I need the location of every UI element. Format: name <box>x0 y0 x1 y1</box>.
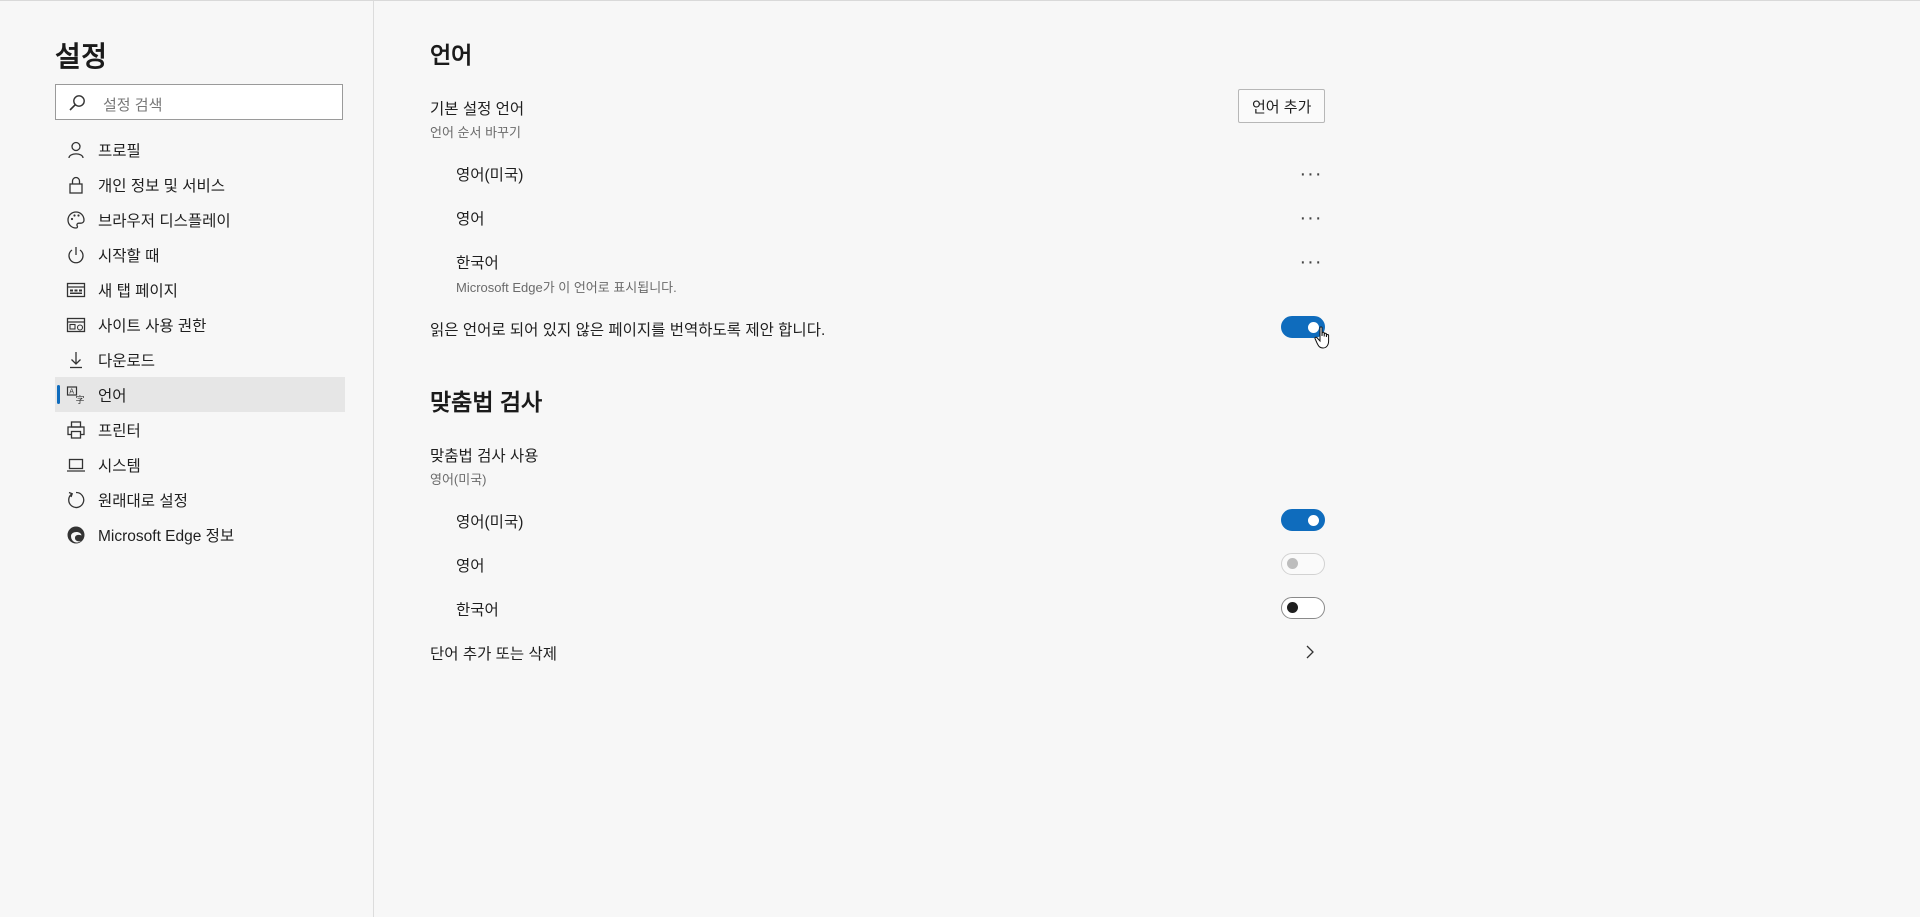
spellcheck-heading: 맞춤법 검사 <box>430 389 543 415</box>
edge-logo-icon <box>66 525 86 545</box>
sidebar-item-label: 사이트 사용 권한 <box>98 317 207 335</box>
sidebar-item-label: 프린터 <box>98 422 141 440</box>
lock-icon <box>66 175 86 195</box>
site-permissions-icon <box>66 315 86 335</box>
preferred-language-en: 영어 <box>456 211 485 228</box>
new-tab-icon <box>66 280 86 300</box>
sidebar-item-label: 개인 정보 및 서비스 <box>98 177 225 195</box>
language-ko-more-button[interactable]: ··· <box>1298 252 1324 276</box>
settings-sidebar: 설정 설정 검색 프로필 개인 정보 및 서비스 브라우저 디스플레이 시작할 … <box>0 1 374 917</box>
search-icon <box>69 95 85 111</box>
search-placeholder: 설정 검색 <box>103 97 163 114</box>
printer-icon <box>66 420 86 440</box>
sidebar-item-system[interactable]: 시스템 <box>55 447 345 482</box>
spellcheck-language-ko: 한국어 <box>456 602 499 619</box>
toggle-knob <box>1287 558 1298 569</box>
sidebar-item-label: 새 탭 페이지 <box>98 282 178 300</box>
sidebar-item-on-startup[interactable]: 시작할 때 <box>55 237 345 272</box>
add-language-button[interactable]: 언어 추가 <box>1238 89 1326 123</box>
offer-translate-toggle[interactable] <box>1281 316 1325 338</box>
preferred-languages-title: 기본 설정 언어 <box>430 101 525 118</box>
sidebar-item-privacy[interactable]: 개인 정보 및 서비스 <box>55 167 345 202</box>
sidebar-item-appearance[interactable]: 브라우저 디스플레이 <box>55 202 345 237</box>
language-en-more-button[interactable]: ··· <box>1298 208 1324 232</box>
display-language-note: Microsoft Edge가 이 언어로 표시됩니다. <box>456 280 677 295</box>
toggle-knob <box>1287 602 1298 613</box>
settings-search-input[interactable]: 설정 검색 <box>55 84 343 120</box>
sidebar-item-languages[interactable]: A字 언어 <box>55 377 345 412</box>
spellcheck-enable-title: 맞춤법 검사 사용 <box>430 448 539 465</box>
preferred-language-en-us: 영어(미국) <box>456 167 524 184</box>
spellcheck-language-en: 영어 <box>456 558 485 575</box>
svg-text:A: A <box>69 387 74 395</box>
sidebar-item-reset[interactable]: 원래대로 설정 <box>55 482 345 517</box>
toggle-knob <box>1308 322 1319 333</box>
download-icon <box>66 350 86 370</box>
laptop-icon <box>66 455 86 475</box>
sidebar-item-printers[interactable]: 프린터 <box>55 412 345 447</box>
power-icon <box>66 245 86 265</box>
offer-translate-label: 읽은 언어로 되어 있지 않은 페이지를 번역하도록 제안 합니다. <box>430 322 826 339</box>
spellcheck-enable-subtitle: 영어(미국) <box>430 472 487 487</box>
language-icon: A字 <box>66 385 86 405</box>
sidebar-item-label: 다운로드 <box>98 352 156 370</box>
sidebar-item-label: 시스템 <box>98 457 141 475</box>
sidebar-item-new-tab[interactable]: 새 탭 페이지 <box>55 272 345 307</box>
sidebar-item-about-edge[interactable]: Microsoft Edge 정보 <box>55 517 345 552</box>
settings-content: 언어 기본 설정 언어 언어 순서 바꾸기 언어 추가 영어(미국) ··· 영… <box>430 0 1330 917</box>
language-heading: 언어 <box>430 42 473 68</box>
svg-text:字: 字 <box>76 394 85 405</box>
sidebar-item-site-permissions[interactable]: 사이트 사용 권한 <box>55 307 345 342</box>
sidebar-title: 설정 <box>55 41 108 72</box>
sidebar-item-label: 언어 <box>98 387 127 405</box>
sidebar-item-label: 브라우저 디스플레이 <box>98 212 231 230</box>
sidebar-item-label: Microsoft Edge 정보 <box>98 527 235 545</box>
spellcheck-en-toggle <box>1281 553 1325 575</box>
reset-icon <box>66 490 86 510</box>
sidebar-nav: 프로필 개인 정보 및 서비스 브라우저 디스플레이 시작할 때 새 탭 페이지 <box>55 132 345 552</box>
person-icon <box>66 140 86 160</box>
preferred-languages-subtitle: 언어 순서 바꾸기 <box>430 125 521 140</box>
chevron-right-icon[interactable] <box>1303 644 1317 660</box>
sidebar-item-label: 프로필 <box>98 142 141 160</box>
preferred-language-ko: 한국어 <box>456 255 499 272</box>
sidebar-item-label: 시작할 때 <box>98 247 160 265</box>
customize-dictionary-label[interactable]: 단어 추가 또는 삭제 <box>430 642 557 664</box>
sidebar-item-downloads[interactable]: 다운로드 <box>55 342 345 377</box>
palette-icon <box>66 210 86 230</box>
spellcheck-language-en-us: 영어(미국) <box>456 514 524 531</box>
spellcheck-ko-toggle[interactable] <box>1281 597 1325 619</box>
toggle-knob <box>1308 515 1319 526</box>
spellcheck-en-us-toggle[interactable] <box>1281 509 1325 531</box>
sidebar-item-profile[interactable]: 프로필 <box>55 132 345 167</box>
sidebar-item-label: 원래대로 설정 <box>98 492 188 510</box>
language-en-us-more-button[interactable]: ··· <box>1298 164 1324 188</box>
